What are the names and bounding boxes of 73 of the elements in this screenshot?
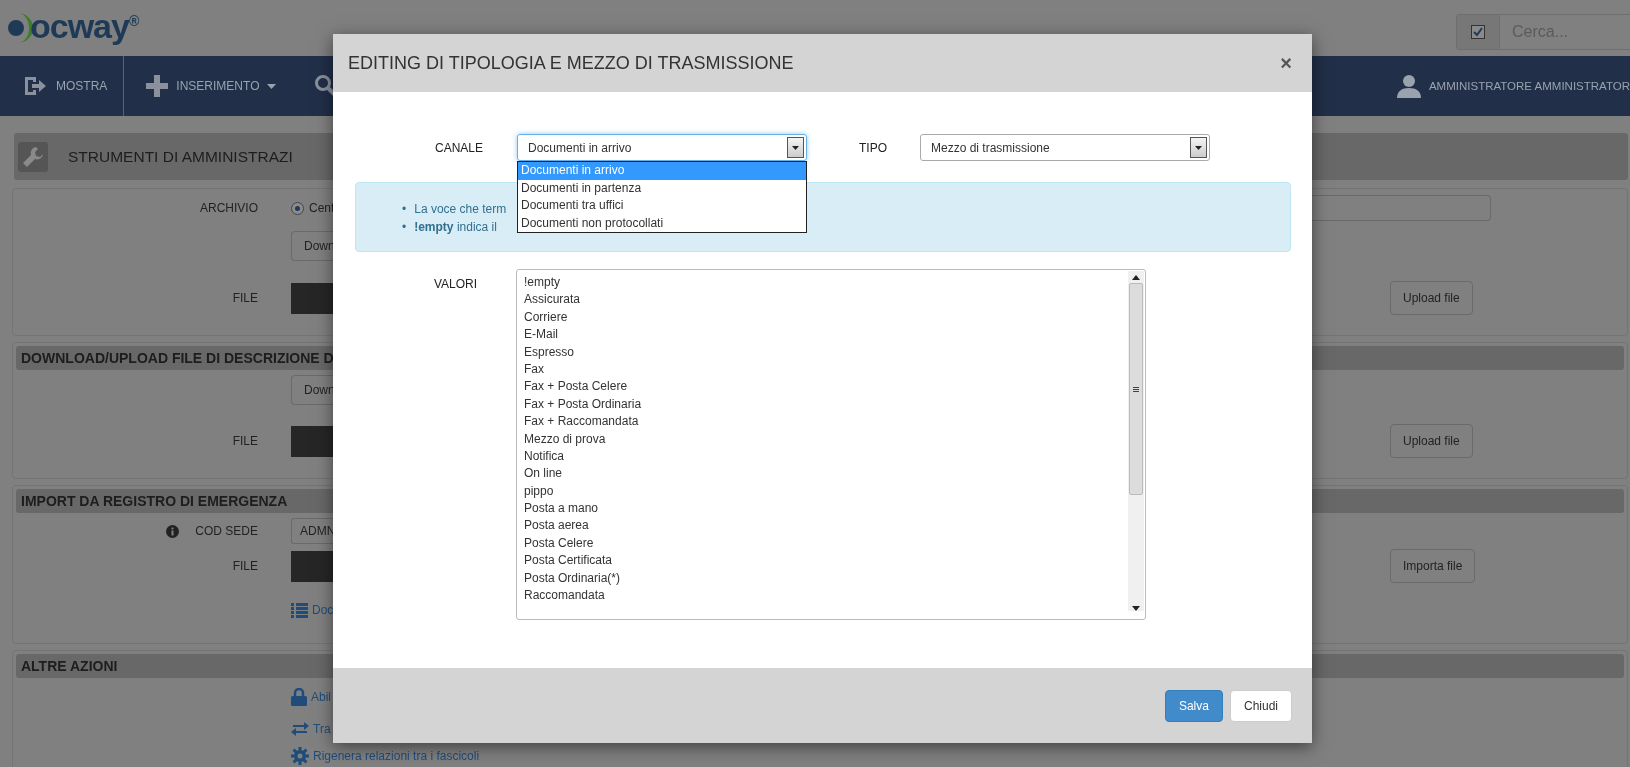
list-item[interactable]: Posta aerea (524, 517, 1128, 535)
nav-item[interactable]: MOSTRA (0, 56, 124, 116)
file-input[interactable] (291, 425, 333, 457)
field-label: VALORI (432, 276, 478, 293)
list-item[interactable]: pippo (524, 482, 1128, 501)
list-item[interactable]: Posta a mano (524, 500, 1128, 518)
wrench-icon (22, 145, 44, 168)
field-label: COD SEDE (195, 524, 258, 538)
dropdown-arrow-icon (792, 145, 799, 150)
bullet: • (402, 219, 407, 236)
section-title: ALTRE AZIONI (21, 658, 118, 674)
section-title: DOWNLOAD/UPLOAD FILE DI DESCRIZIONE D (21, 350, 334, 366)
file-input[interactable] (291, 282, 333, 314)
info-text: La voce che term (414, 201, 507, 218)
list-item[interactable]: Posta Ordinaria(*) (524, 569, 1128, 588)
upload-button[interactable]: Upload file (1390, 424, 1473, 458)
list-item[interactable]: Fax + Posta Ordinaria (524, 395, 1128, 414)
field-label: TIPO (858, 140, 888, 155)
exit-icon (22, 74, 48, 98)
list-item[interactable]: Mezzo di prova (524, 430, 1128, 448)
bullet: • (402, 201, 407, 218)
list-item[interactable]: E-Mail (524, 326, 1128, 344)
list-item[interactable]: !empty (524, 274, 1128, 292)
dropdown-arrow-icon (1195, 145, 1202, 150)
section-title: IMPORT DA REGISTRO DI EMERGENZA (21, 493, 288, 509)
save-button[interactable]: Salva (1164, 689, 1223, 722)
lock-icon (291, 688, 307, 706)
field-label: CANALE (433, 140, 484, 155)
list-item[interactable]: Notifica (524, 447, 1128, 466)
list-item[interactable]: Fax + Raccomandata (524, 413, 1128, 431)
list-item[interactable]: Fax + Posta Celere (524, 378, 1128, 396)
user-name[interactable]: AMMINISTRATORE AMMINISTRATOR (1428, 80, 1630, 92)
info-icon (166, 524, 180, 538)
field-label: ARCHIVIO (200, 201, 258, 215)
file-input[interactable] (291, 550, 333, 582)
close-dialog-button[interactable]: Chiudi (1229, 689, 1292, 722)
list-item[interactable]: Raccomandata (524, 587, 1128, 605)
checkbox[interactable] (1471, 25, 1485, 39)
radio-button[interactable] (291, 201, 304, 215)
list-item[interactable]: Espresso (524, 343, 1128, 361)
scrollbar[interactable] (1128, 271, 1144, 611)
canale-select[interactable]: Documenti in arrivo (517, 134, 807, 161)
scroll-up-icon[interactable] (1132, 275, 1140, 281)
list-item[interactable]: Corriere (524, 308, 1128, 327)
dropdown-option[interactable]: Documenti non protocollati (518, 214, 806, 232)
caret-icon (267, 83, 277, 89)
radio-label: Cent (309, 201, 335, 215)
upload-button[interactable]: Upload file (1390, 281, 1473, 315)
user-icon (1396, 74, 1421, 98)
dropdown-option[interactable]: Documenti in partenza (518, 179, 806, 197)
field-label: FILE (232, 291, 258, 305)
arrows-icon (291, 721, 309, 737)
tipo-select[interactable]: Mezzo di trasmissione (920, 134, 1210, 161)
dropdown-option[interactable]: Documenti tra uffici (518, 197, 806, 215)
close-button[interactable]: × (1276, 51, 1296, 75)
upload-button[interactable]: Importa file (1390, 549, 1476, 583)
list-item[interactable]: Assicurata (524, 291, 1128, 309)
list-item[interactable]: Posta Celere (524, 534, 1128, 553)
list-item[interactable]: Posta Certificata (524, 552, 1128, 570)
plus-icon (146, 75, 169, 97)
grip-icon (1133, 386, 1139, 392)
modal-title: EDITING DI TIPOLOGIA E MEZZO DI TRASMISSIONE (348, 52, 794, 74)
nav-item[interactable]: INSERIMENTO (124, 56, 293, 116)
scroll-down-icon[interactable] (1132, 605, 1140, 611)
list-icon (291, 602, 308, 618)
list-item[interactable]: On line (524, 465, 1128, 483)
logo-text: ocway$^{®}$ (30, 6, 139, 46)
page-title: STRUMENTI DI AMMINISTRAZI (68, 147, 293, 166)
text-field[interactable] (1312, 195, 1491, 221)
field-label: FILE (232, 559, 258, 573)
list-item[interactable]: Fax (524, 360, 1128, 379)
info-text: !empty indica il (414, 219, 497, 236)
field-label: FILE (232, 434, 258, 448)
